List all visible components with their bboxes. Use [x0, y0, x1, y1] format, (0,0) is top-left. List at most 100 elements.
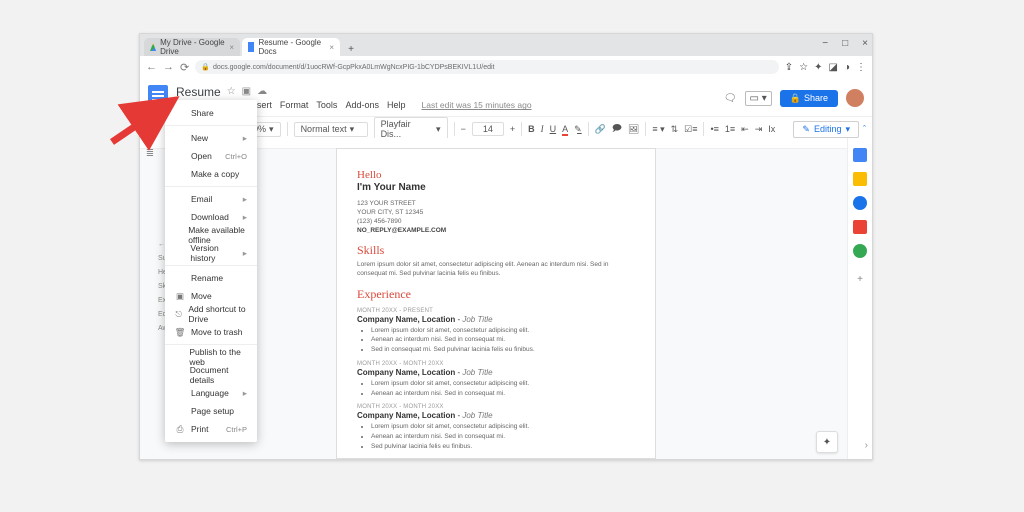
menu-label: New: [191, 133, 208, 143]
window-close-icon[interactable]: ×: [862, 38, 868, 49]
blank-icon: [175, 230, 182, 240]
job-bullet: Lorem ipsum dolor sit amet, consectetur …: [371, 422, 635, 432]
highlight-button[interactable]: ✎̲: [574, 124, 582, 135]
browser-tab-drive[interactable]: My Drive - Google Drive ×: [144, 38, 240, 56]
calendar-icon[interactable]: [853, 148, 867, 162]
editing-mode-selector[interactable]: ✎Editing▾: [793, 121, 859, 138]
bulleted-list-icon[interactable]: •≡: [710, 124, 718, 134]
indent-decrease-icon[interactable]: ⇤: [741, 124, 749, 135]
file-menu-rename[interactable]: Rename: [165, 269, 257, 287]
explore-fab[interactable]: ✦: [816, 431, 838, 453]
job-entry: MONTH 20XX - PRESENT Company Name, Locat…: [357, 308, 635, 355]
bookmark-star-icon[interactable]: ☆: [799, 62, 808, 73]
side-collapse-icon[interactable]: ›: [865, 440, 868, 451]
menu-format[interactable]: Format: [280, 100, 309, 111]
browser-tabstrip: My Drive - Google Drive × Resume - Googl…: [140, 34, 872, 56]
italic-button[interactable]: I: [541, 124, 544, 134]
job-company: Company Name, Location: [357, 315, 455, 324]
file-menu-pagesetup[interactable]: Page setup: [165, 402, 257, 420]
tab-title: My Drive - Google Drive: [160, 38, 225, 56]
file-menu-version[interactable]: Version history▸: [165, 244, 257, 262]
present-icon[interactable]: ▭ ▾: [745, 91, 772, 106]
job-meta: MONTH 20XX - MONTH 20XX: [357, 404, 635, 410]
font-size-value: 14: [483, 124, 493, 134]
numbered-list-icon[interactable]: 1≡: [725, 124, 735, 134]
browser-tab-docs[interactable]: Resume - Google Docs ×: [242, 38, 340, 56]
nav-back-icon[interactable]: ←: [146, 61, 157, 73]
bold-button[interactable]: B: [528, 124, 535, 134]
star-icon[interactable]: ☆: [227, 86, 236, 98]
extension-icon[interactable]: ◪: [829, 62, 838, 73]
file-menu-publish[interactable]: Publish to the web: [165, 348, 257, 366]
maps-icon[interactable]: [853, 244, 867, 258]
browser-menu-icon[interactable]: ⋮: [856, 62, 866, 73]
tab-close-icon[interactable]: ×: [229, 43, 234, 52]
profile-icon[interactable]: ◑: [844, 62, 850, 73]
share-link-icon[interactable]: ⇪: [785, 62, 793, 73]
contact-street: 123 YOUR STREET: [357, 199, 635, 208]
last-edit-link[interactable]: Last edit was 15 minutes ago: [421, 100, 531, 111]
menu-help[interactable]: Help: [387, 100, 406, 111]
line-spacing-icon[interactable]: ⇅: [671, 124, 679, 135]
file-menu-email[interactable]: Email▸: [165, 190, 257, 208]
file-menu-open[interactable]: OpenCtrl+O: [165, 147, 257, 165]
doc-title[interactable]: Resume: [176, 85, 221, 99]
window-minimize-icon[interactable]: −: [822, 38, 828, 49]
menu-label: Document details: [190, 365, 247, 385]
share-button[interactable]: 🔒Share: [780, 90, 838, 107]
insert-comment-icon[interactable]: 🗩: [612, 121, 622, 137]
document-page[interactable]: Hello I'm Your Name 123 YOUR STREET YOUR…: [336, 148, 656, 459]
insert-link-icon[interactable]: 🔗: [595, 124, 606, 135]
checklist-icon[interactable]: ☑≡: [684, 124, 697, 135]
file-menu-download[interactable]: Download▸: [165, 208, 257, 226]
tab-close-icon[interactable]: ×: [329, 43, 334, 52]
menu-label: Share: [191, 108, 214, 118]
new-tab-button[interactable]: +: [344, 42, 358, 56]
file-menu-language[interactable]: Language▸: [165, 384, 257, 402]
extension-puzzle-icon[interactable]: ✦: [814, 62, 822, 73]
share-label: Share: [804, 93, 828, 103]
keep-icon[interactable]: [853, 172, 867, 186]
outline-toggle-icon[interactable]: ≣: [146, 148, 154, 159]
account-avatar[interactable]: [846, 89, 864, 107]
font-decrement-icon[interactable]: −: [461, 124, 466, 134]
file-menu-trash[interactable]: 🗑Move to trash: [165, 323, 257, 341]
align-button[interactable]: ≡ ▾: [652, 124, 664, 135]
contacts-icon[interactable]: [853, 220, 867, 234]
add-addon-icon[interactable]: +: [857, 274, 863, 285]
lock-icon: 🔒: [201, 63, 210, 71]
file-menu-details[interactable]: Document details: [165, 366, 257, 384]
file-menu-move[interactable]: ▣Move: [165, 287, 257, 305]
font-size-input[interactable]: 14: [472, 122, 504, 136]
window-maximize-icon[interactable]: □: [842, 38, 848, 49]
file-menu-shortcut[interactable]: ⎋Add shortcut to Drive: [165, 305, 257, 323]
style-selector[interactable]: Normal text▾: [294, 122, 368, 137]
text-color-button[interactable]: A: [562, 124, 568, 134]
contact-block: 123 YOUR STREET YOUR CITY, ST 12345 (123…: [357, 199, 635, 235]
menu-label: Email: [191, 194, 212, 204]
insert-image-icon[interactable]: 🖼: [628, 124, 639, 135]
cloud-status-icon[interactable]: ☁: [257, 86, 267, 98]
menu-addons[interactable]: Add-ons: [345, 100, 379, 111]
shortcut-icon: ⎋: [175, 309, 182, 319]
file-menu-copy[interactable]: Make a copy: [165, 165, 257, 183]
clear-format-icon[interactable]: Ix: [768, 124, 775, 134]
blank-icon: [175, 212, 185, 222]
file-menu-offline[interactable]: Make available offline: [165, 226, 257, 244]
nav-forward-icon[interactable]: →: [163, 61, 174, 73]
address-bar[interactable]: 🔒 docs.google.com/document/d/1uocRWf-Gcp…: [195, 60, 779, 74]
blank-icon: [175, 388, 185, 398]
indent-increase-icon[interactable]: ⇥: [755, 124, 763, 135]
job-role: Job Title: [462, 315, 492, 324]
comment-history-icon[interactable]: 🗨: [724, 93, 737, 104]
underline-button[interactable]: U: [550, 124, 557, 134]
move-folder-icon[interactable]: ▣: [242, 86, 251, 98]
menu-tools[interactable]: Tools: [316, 100, 337, 111]
tasks-icon[interactable]: [853, 196, 867, 210]
file-menu-print[interactable]: ⎙PrintCtrl+P: [165, 420, 257, 438]
job-bullet: Aenean ac interdum nisi. Sed in consequa…: [371, 389, 635, 399]
font-increment-icon[interactable]: +: [510, 124, 515, 134]
nav-reload-icon[interactable]: ⟳: [180, 61, 189, 74]
toolbar-collapse-icon[interactable]: ˆ: [863, 124, 866, 134]
contact-phone: (123) 456-7890: [357, 217, 635, 226]
